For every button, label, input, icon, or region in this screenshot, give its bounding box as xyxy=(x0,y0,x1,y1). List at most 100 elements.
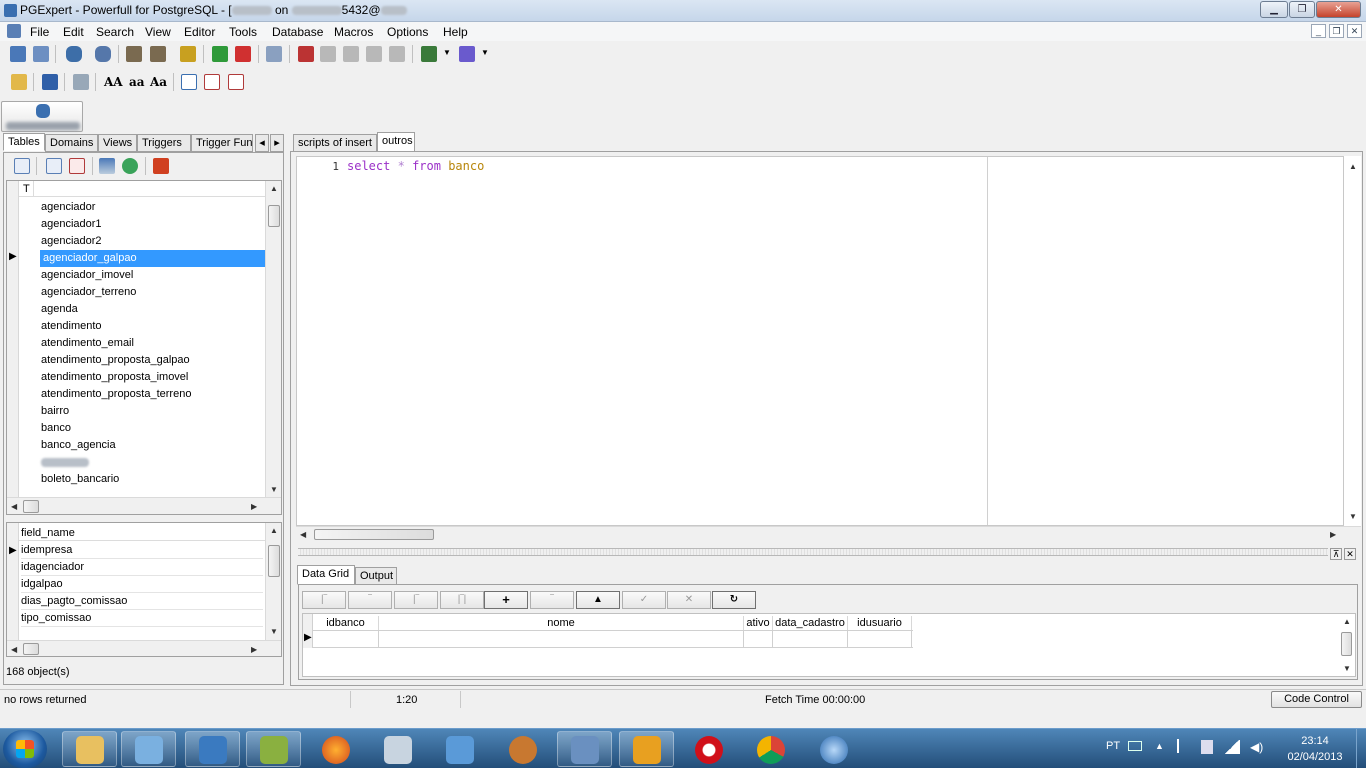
record-icon[interactable] xyxy=(298,46,314,62)
thumbs-down-icon[interactable] xyxy=(235,46,251,62)
tab-outros[interactable]: outros xyxy=(377,132,415,152)
scroll-up-icon[interactable]: ▲ xyxy=(270,184,278,193)
doc-icon[interactable] xyxy=(7,24,21,38)
grid-vscroll[interactable]: ▲ ▼ xyxy=(1339,614,1355,676)
column-header-type[interactable]: T xyxy=(23,183,30,195)
connect-icon[interactable] xyxy=(10,46,26,62)
table-list-hscroll[interactable]: ◀ ▶ xyxy=(7,497,281,514)
menu-macros[interactable]: Macros xyxy=(334,25,373,39)
scroll-right-icon[interactable]: ▶ xyxy=(251,645,257,654)
scroll-thumb[interactable] xyxy=(23,643,39,655)
mdi-close-button[interactable]: ✕ xyxy=(1347,24,1362,38)
cancel-record-button[interactable]: ✕ xyxy=(667,591,711,609)
column-header-ativo[interactable]: ativo xyxy=(744,616,773,630)
clock-date[interactable]: 02/04/2013 xyxy=(1284,751,1346,763)
taskbar-pgexpert[interactable] xyxy=(557,731,612,767)
delete-table-icon[interactable] xyxy=(69,158,85,174)
list-item-redacted[interactable] xyxy=(41,454,91,471)
list-item[interactable]: banco xyxy=(41,420,71,437)
tab-trigger-functions[interactable]: Trigger Func xyxy=(191,134,253,152)
code-control-button[interactable]: Code Control xyxy=(1271,691,1362,708)
field-row[interactable]: idgalpao xyxy=(21,576,263,593)
database-2-icon[interactable] xyxy=(95,46,111,62)
mdi-minimize-button[interactable]: _ xyxy=(1311,24,1326,38)
export-dropdown-icon[interactable]: ▼ xyxy=(443,48,451,57)
field-row[interactable]: idagenciador xyxy=(21,559,263,576)
volume-icon[interactable]: ◀) xyxy=(1250,740,1263,754)
tab-scripts-of-insert[interactable]: scripts of insert xyxy=(293,134,377,152)
field-list-vscroll[interactable]: ▲ ▼ xyxy=(265,523,281,640)
list-item[interactable]: agenciador2 xyxy=(41,233,102,250)
table-icon[interactable] xyxy=(126,46,142,62)
menu-database[interactable]: Database xyxy=(272,25,323,39)
taskbar-opera[interactable] xyxy=(681,731,736,767)
column-header-idbanco[interactable]: idbanco xyxy=(313,616,379,630)
step-icon[interactable] xyxy=(366,46,382,62)
table-row[interactable] xyxy=(313,630,913,648)
scroll-left-icon[interactable]: ◀ xyxy=(11,645,17,654)
panel-splitter[interactable] xyxy=(298,548,1328,556)
scroll-thumb[interactable] xyxy=(314,529,434,540)
minimize-button[interactable]: ▁ xyxy=(1260,1,1288,18)
menu-edit[interactable]: Edit xyxy=(63,25,84,39)
tabs-scroll-left-button[interactable]: ◂ xyxy=(255,134,269,152)
keyboard-icon[interactable] xyxy=(1128,741,1142,751)
show-hidden-icons-icon[interactable]: ▲ xyxy=(1155,741,1164,751)
menu-options[interactable]: Options xyxy=(387,25,428,39)
taskbar-winamp[interactable] xyxy=(619,731,674,767)
import-icon[interactable] xyxy=(459,46,475,62)
prior-record-button[interactable]: ‾ xyxy=(348,591,392,609)
print-icon[interactable] xyxy=(73,74,89,90)
column-header-field-name[interactable]: field_name xyxy=(21,527,75,539)
connection-button[interactable] xyxy=(1,101,83,132)
list-item[interactable]: atendimento_proposta_imovel xyxy=(41,369,188,386)
flag-icon[interactable] xyxy=(1177,739,1189,753)
capitalize-icon[interactable]: Aa xyxy=(150,75,167,89)
database-icon[interactable] xyxy=(66,46,82,62)
pause-icon[interactable] xyxy=(389,46,405,62)
scroll-right-icon[interactable]: ▶ xyxy=(251,502,257,511)
thumbs-up-icon[interactable] xyxy=(212,46,228,62)
scroll-thumb[interactable] xyxy=(1341,632,1352,656)
open-folder-icon[interactable] xyxy=(11,74,27,90)
column-header-idusuario[interactable]: idusuario xyxy=(848,616,912,630)
next-record-button[interactable]: |‾ xyxy=(394,591,438,609)
scroll-thumb[interactable] xyxy=(268,205,280,227)
menu-search[interactable]: Search xyxy=(96,25,134,39)
list-item[interactable]: agenciador_imovel xyxy=(41,267,133,284)
menu-tools[interactable]: Tools xyxy=(229,25,257,39)
grid-icon[interactable] xyxy=(14,158,30,174)
scroll-down-icon[interactable]: ▼ xyxy=(1343,664,1351,673)
signal-icon[interactable] xyxy=(1224,740,1240,754)
mdi-restore-button[interactable]: ❐ xyxy=(1329,24,1344,38)
table-list-vscroll[interactable]: ▲ ▼ xyxy=(265,181,281,497)
tab-data-grid[interactable]: Data Grid xyxy=(297,565,355,585)
taskbar-thunderbird[interactable] xyxy=(806,731,861,767)
field-row[interactable]: tipo_comissao xyxy=(21,610,263,627)
scroll-thumb[interactable] xyxy=(268,545,280,577)
list-item[interactable]: atendimento_email xyxy=(41,335,134,352)
power-icon[interactable] xyxy=(1201,740,1213,754)
list-item[interactable]: agenciador_terreno xyxy=(41,284,136,301)
post-record-button[interactable]: ✓ xyxy=(622,591,666,609)
menu-view[interactable]: View xyxy=(145,25,171,39)
filter-icon[interactable] xyxy=(99,158,115,174)
stop-icon[interactable] xyxy=(343,46,359,62)
close-button[interactable]: ✕ xyxy=(1316,1,1361,18)
list-item[interactable]: atendimento_proposta_terreno xyxy=(41,386,191,403)
import-dropdown-icon[interactable]: ▼ xyxy=(481,48,489,57)
column-header-nome[interactable]: nome xyxy=(379,616,744,630)
list-item[interactable]: agenciador1 xyxy=(41,216,102,233)
field-row[interactable]: idempresa xyxy=(21,542,263,559)
delete-record-button[interactable]: ‾ xyxy=(530,591,574,609)
taskbar-chrome[interactable] xyxy=(743,731,798,767)
menu-help[interactable]: Help xyxy=(443,25,468,39)
show-desktop-button[interactable] xyxy=(1356,729,1366,768)
taskbar-firefox[interactable] xyxy=(308,731,363,767)
scroll-down-icon[interactable]: ▼ xyxy=(1349,512,1357,521)
save-icon[interactable] xyxy=(42,74,58,90)
list-item[interactable]: bairro xyxy=(41,403,69,420)
insert-record-button[interactable]: + xyxy=(484,591,528,609)
scroll-down-icon[interactable]: ▼ xyxy=(270,627,278,636)
play-icon[interactable] xyxy=(320,46,336,62)
